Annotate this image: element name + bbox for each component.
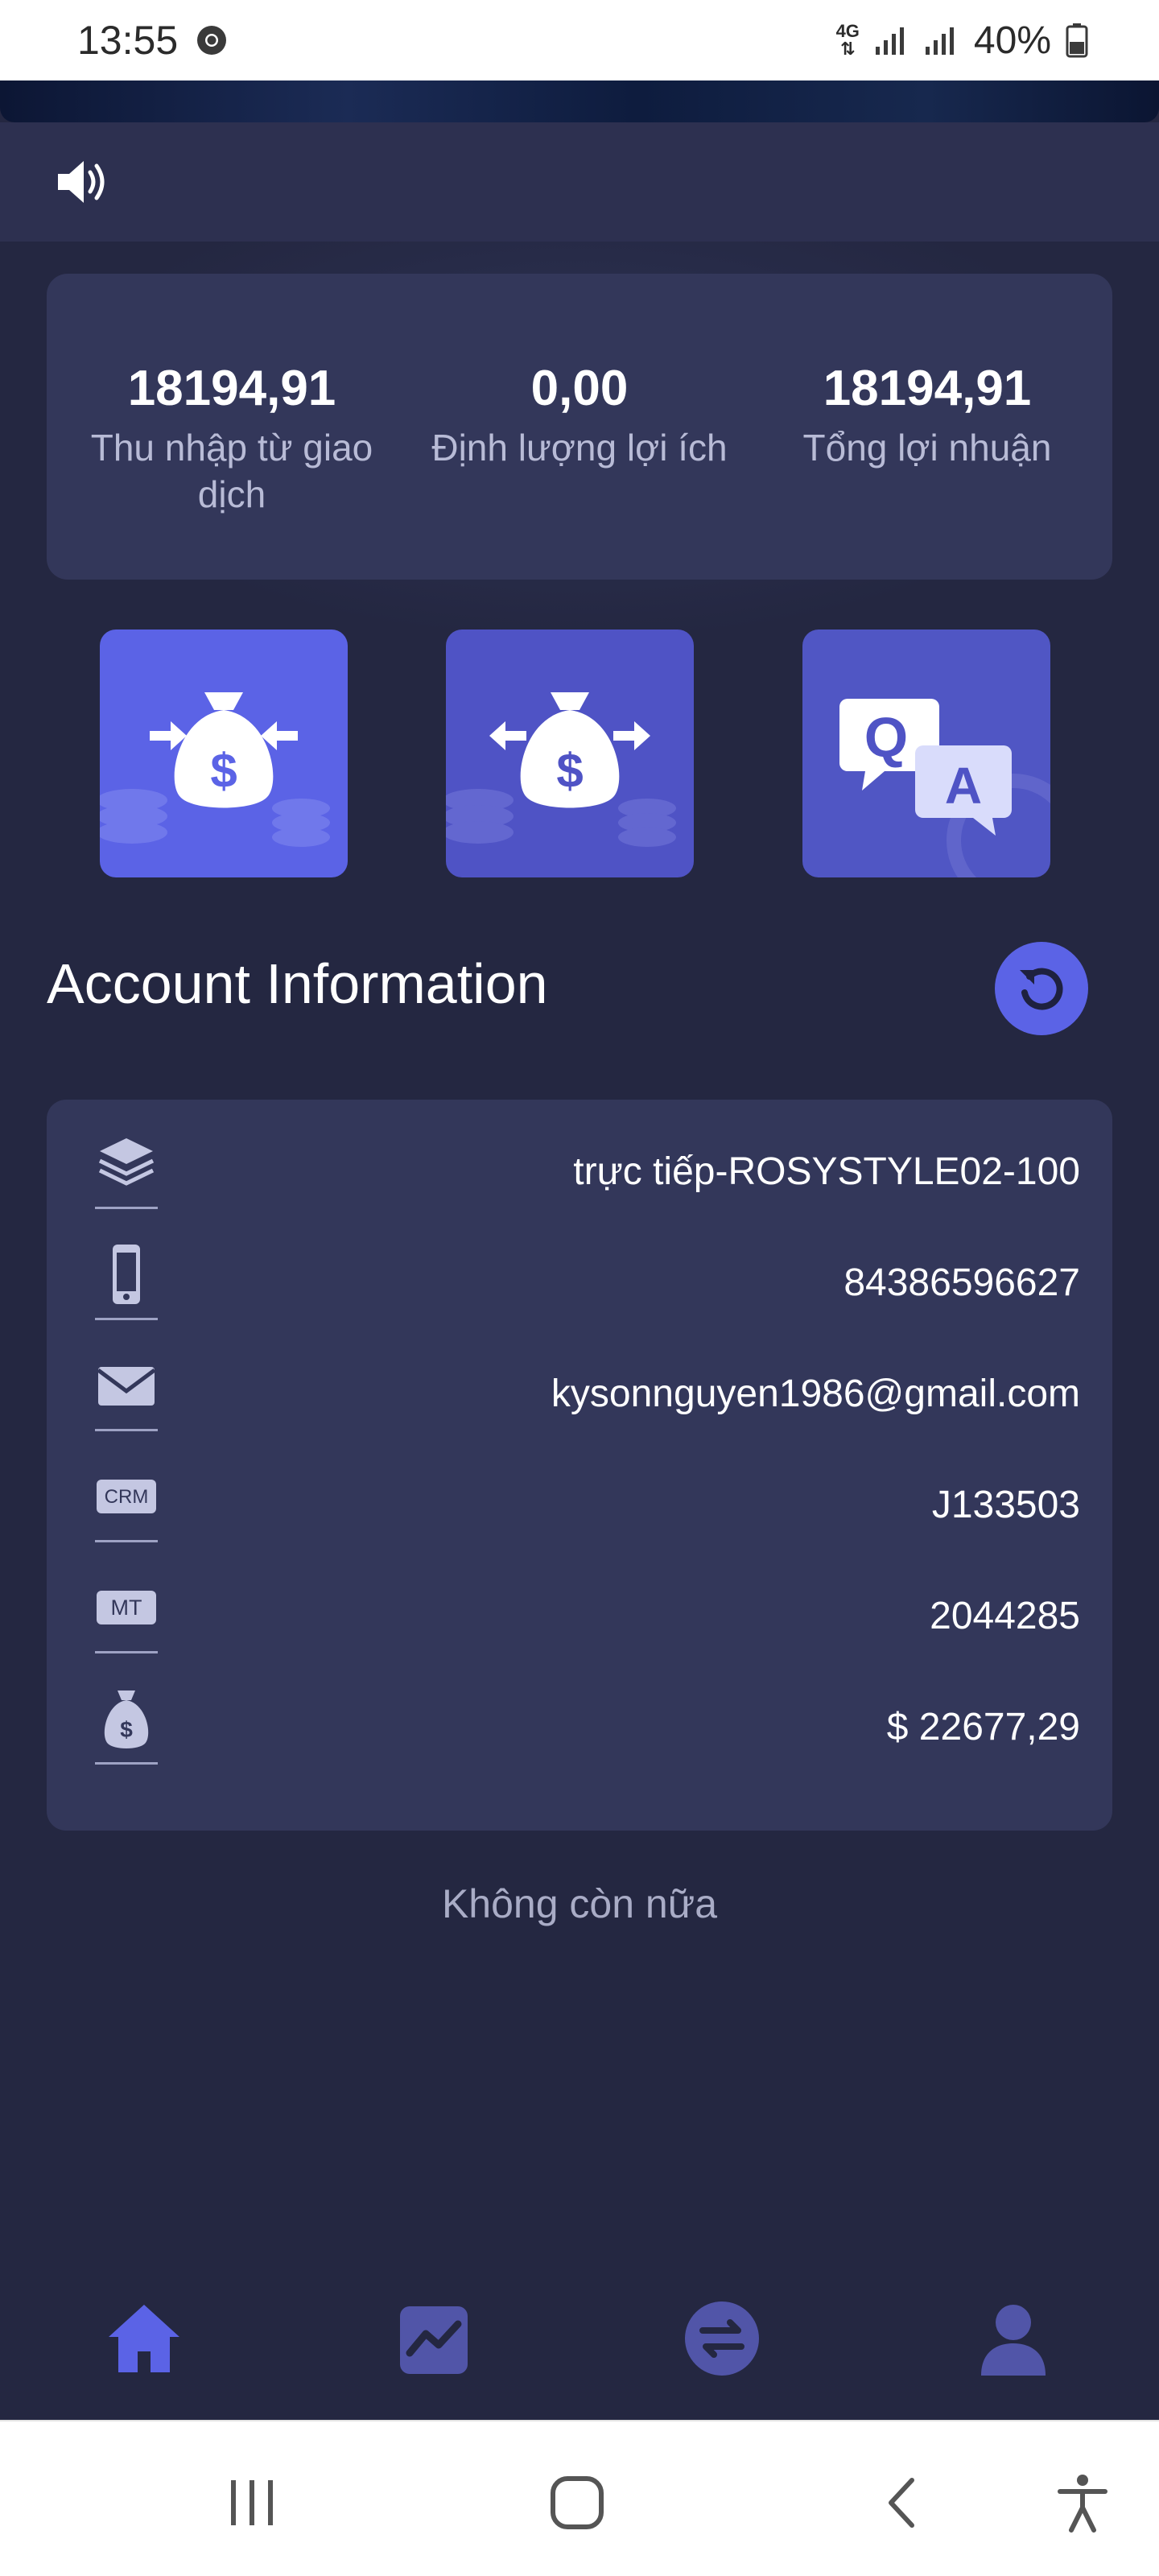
refresh-button[interactable]	[995, 942, 1088, 1035]
top-banner	[0, 80, 1159, 122]
account-info-title: Account Information	[47, 952, 548, 1015]
balance-value: $ 22677,29	[886, 1706, 1080, 1748]
battery-icon	[1066, 23, 1088, 58]
account-row-crm: CRM J133503	[47, 1449, 1112, 1560]
summary-value: 18194,91	[127, 361, 336, 416]
signal-icon	[875, 27, 904, 55]
home-nav-button[interactable]	[541, 2467, 613, 2539]
icon-cell	[95, 1243, 158, 1320]
icon-cell	[95, 1132, 158, 1209]
phone-icon	[113, 1245, 140, 1304]
svg-text:$: $	[120, 1717, 133, 1742]
home-icon	[109, 2305, 179, 2372]
summary-value: 18194,91	[823, 361, 1032, 416]
account-row-email: kysonnguyen1986@gmail.com	[47, 1338, 1112, 1449]
tab-exchange[interactable]	[678, 2294, 766, 2383]
accessibility-button[interactable]	[1046, 2467, 1119, 2539]
summary-label: Định lượng lợi ích	[431, 427, 728, 469]
account-type-value: trực tiếp-ROSYSTYLE02-100	[573, 1150, 1080, 1193]
svg-text:$: $	[556, 744, 583, 798]
user-icon	[981, 2305, 1046, 2376]
summary-value: 0,00	[530, 361, 629, 416]
tab-profile[interactable]	[969, 2294, 1058, 2383]
bottom-tab-bar	[0, 2254, 1159, 2420]
network-type-label: 4G	[835, 21, 860, 41]
crm-value: J133503	[931, 1484, 1080, 1526]
deposit-icon: $	[100, 692, 330, 847]
mt-value: 2044285	[930, 1595, 1080, 1637]
money-bag-icon: $	[104, 1690, 149, 1748]
withdraw-icon: $	[446, 692, 676, 847]
icon-cell: CRM	[95, 1465, 158, 1542]
deposit-button[interactable]: $	[100, 630, 348, 877]
account-row-balance: $ $ 22677,29	[47, 1671, 1112, 1782]
recent-apps-button[interactable]	[216, 2467, 288, 2539]
chart-icon	[400, 2306, 468, 2374]
summary-label: Thu nhập từ giao dịch	[90, 427, 373, 515]
withdraw-button[interactable]: $	[446, 630, 694, 877]
icon-cell: $	[95, 1687, 158, 1765]
speaker-icon[interactable]	[53, 153, 111, 211]
account-row-phone: 84386596627	[47, 1227, 1112, 1338]
crm-icon-text: CRM	[105, 1486, 149, 1508]
qa-a-letter: A	[945, 757, 982, 815]
summary-benefit-quantity: 0,00 Định lượng lợi ích	[410, 274, 749, 580]
crm-icon: CRM	[97, 1480, 156, 1513]
mt-icon-text: MT	[111, 1596, 142, 1620]
battery-percent: 40%	[973, 19, 1051, 62]
account-info-card: trực tiếp-ROSYSTYLE02-100 84386596627 ky…	[47, 1100, 1112, 1831]
svg-text:$: $	[210, 744, 237, 798]
mt-icon: MT	[97, 1591, 156, 1624]
email-value: kysonnguyen1986@gmail.com	[551, 1373, 1080, 1415]
layers-icon	[98, 1138, 155, 1186]
summary-total-profit: 18194,91 Tổng lợi nhuận	[758, 274, 1096, 580]
network-type-icon: 4G ⇅	[835, 21, 860, 59]
status-time: 13:55	[77, 18, 179, 63]
exchange-icon	[685, 2301, 759, 2376]
tab-chart[interactable]	[390, 2294, 478, 2383]
chrome-icon	[197, 26, 227, 55]
end-of-list-text: Không còn nữa	[441, 1881, 718, 1926]
back-icon	[889, 2478, 914, 2528]
icon-cell	[95, 1354, 158, 1431]
phone-value: 84386596627	[843, 1261, 1080, 1304]
recent-apps-icon	[231, 2480, 273, 2525]
home-circle-icon	[551, 2476, 604, 2529]
summary-trading-income: 18194,91 Thu nhập từ giao dịch	[63, 274, 401, 580]
status-bar: 13:55 4G ⇅ 40%	[0, 0, 1159, 80]
refresh-icon	[1020, 968, 1063, 1010]
system-navigation-bar	[0, 2420, 1159, 2576]
sound-bar	[0, 122, 1159, 242]
back-button[interactable]	[866, 2467, 938, 2539]
account-row-mt: MT 2044285	[47, 1560, 1112, 1671]
accessibility-icon	[1058, 2475, 1107, 2533]
faq-button[interactable]: Q A	[802, 630, 1050, 877]
qa-q-letter: Q	[864, 706, 908, 769]
icon-cell: MT	[95, 1576, 158, 1653]
mail-icon	[97, 1367, 156, 1406]
summary-label: Tổng lợi nhuận	[802, 427, 1052, 469]
tab-home[interactable]	[100, 2294, 188, 2383]
qa-icon: Q A	[839, 699, 1050, 877]
account-row-type: trực tiếp-ROSYSTYLE02-100	[47, 1116, 1112, 1227]
summary-card: 18194,91 Thu nhập từ giao dịch 0,00 Định…	[47, 274, 1112, 580]
signal-icon	[925, 27, 954, 55]
